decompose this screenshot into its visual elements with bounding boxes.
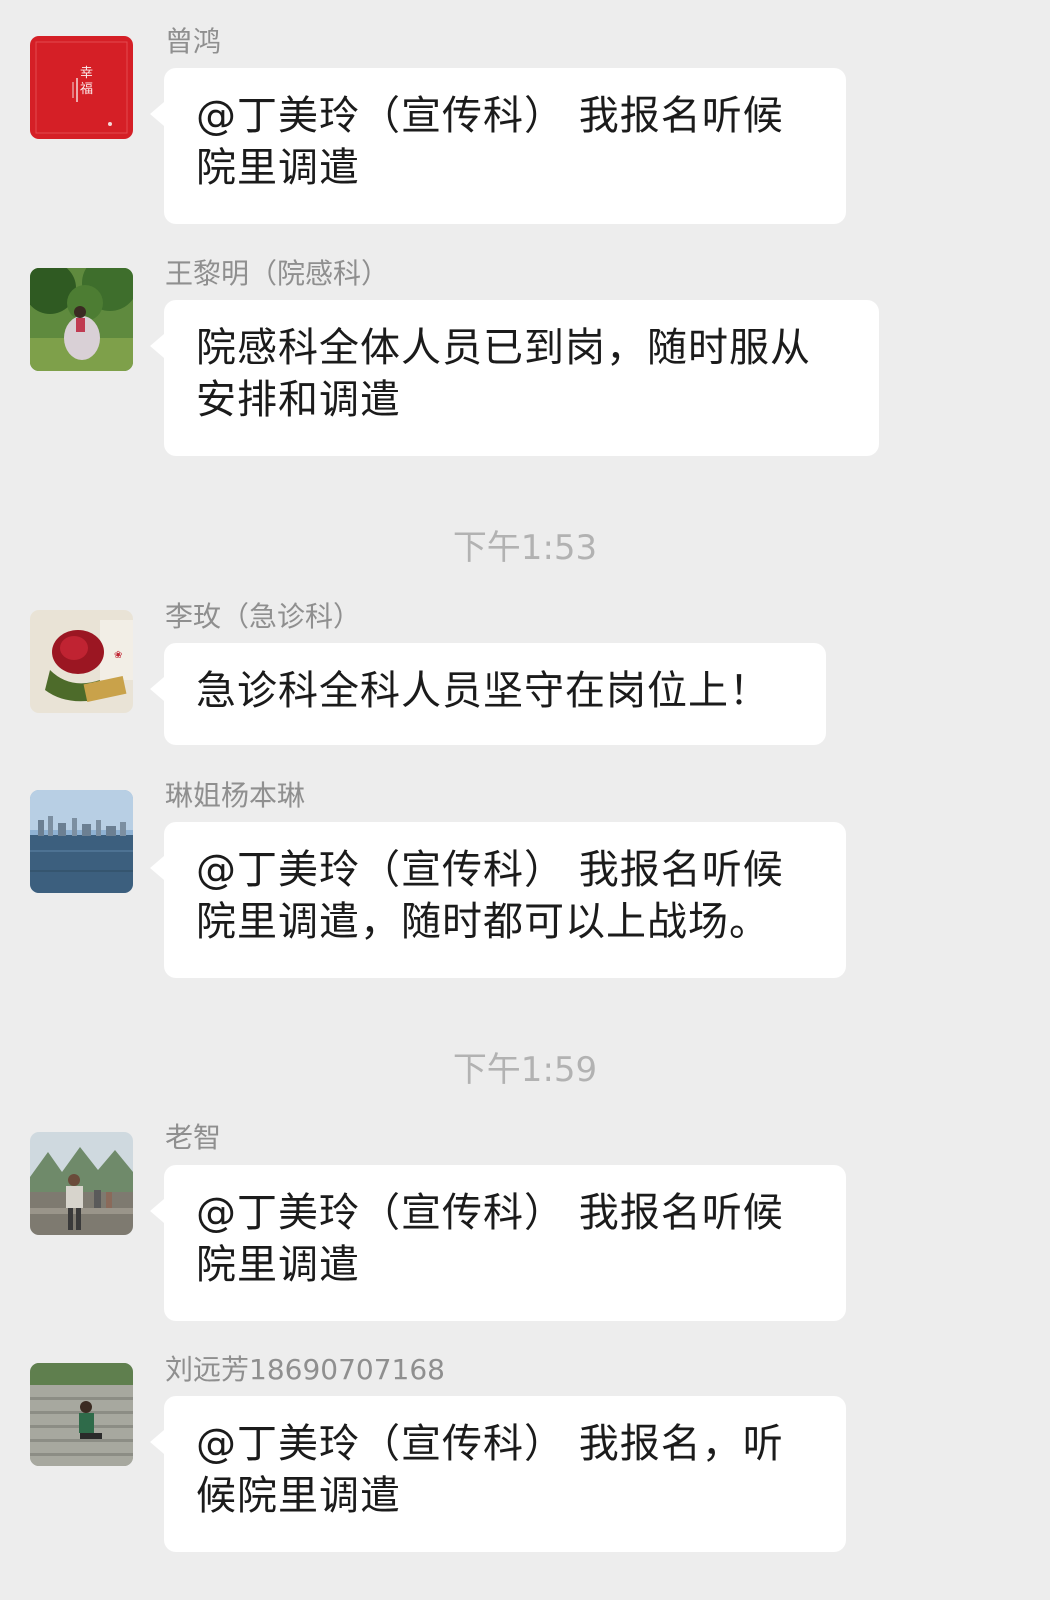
red-fortune-card-avatar-icon[interactable]: 幸福: [30, 36, 133, 139]
message-text-line: 院里调遣: [196, 145, 360, 191]
message-text-line: 候院里调遣: [196, 1473, 401, 1519]
chat-timestamp: 下午1:53: [452, 528, 598, 568]
message-bubble[interactable]: @丁美玲（宣传科） 我报名听候 院里调遣: [150, 1165, 846, 1321]
message-bubble[interactable]: 院感科全体人员已到岗，随时服从 安排和调遣: [150, 300, 879, 456]
message-text-line: @丁美玲（宣传科） 我报名听候: [196, 1190, 784, 1236]
message-text-line: @丁美玲（宣传科） 我报名听候: [196, 847, 784, 893]
city-waterfront-avatar-icon[interactable]: [30, 790, 133, 893]
message-text-line: 院里调遣: [196, 1242, 360, 1288]
sender-name: 李玫（急诊科）: [165, 600, 362, 633]
message-bubble[interactable]: 急诊科全科人员坚守在岗位上！: [150, 643, 826, 745]
red-rose-avatar-icon[interactable]: ❀: [30, 610, 133, 713]
message-text-line: 急诊科全科人员坚守在岗位上！: [196, 668, 770, 714]
message-bubble[interactable]: @丁美玲（宣传科） 我报名，听 候院里调遣: [150, 1396, 846, 1552]
sender-name: 曾鸿: [165, 25, 222, 58]
message-bubble[interactable]: @丁美玲（宣传科） 我报名听候 院里调遣: [150, 68, 846, 224]
forest-person-avatar-icon[interactable]: [30, 268, 133, 371]
sender-name: 琳姐杨本琳: [165, 779, 306, 812]
message-bubble[interactable]: @丁美玲（宣传科） 我报名听候 院里调遣，随时都可以上战场。: [150, 822, 846, 978]
message-text-line: @丁美玲（宣传科） 我报名听候: [196, 93, 784, 139]
chat-timestamp: 下午1:59: [452, 1050, 598, 1090]
sender-name: 王黎明（院感科）: [165, 257, 390, 290]
message-text-line: @丁美玲（宣传科） 我报名，听: [196, 1421, 784, 1467]
chat-message-list[interactable]: 幸福 曾鸿 @丁美玲（宣传科） 我报名听候 院里调遣 王黎明（院感科） 院感科全…: [0, 0, 1050, 1600]
message-text-line: 安排和调遣: [196, 377, 401, 423]
sender-name: 刘远芳18690707168: [165, 1353, 445, 1386]
sender-name: 老智: [165, 1121, 222, 1154]
message-text-line: 院感科全体人员已到岗，随时服从: [196, 325, 811, 371]
avatar-card-text: 幸福: [80, 66, 94, 97]
svg-text:❀: ❀: [114, 650, 122, 661]
stairs-person-avatar-icon[interactable]: [30, 1363, 133, 1466]
mountain-person-avatar-icon[interactable]: [30, 1132, 133, 1235]
message-text-line: 院里调遣，随时都可以上战场。: [196, 899, 770, 945]
